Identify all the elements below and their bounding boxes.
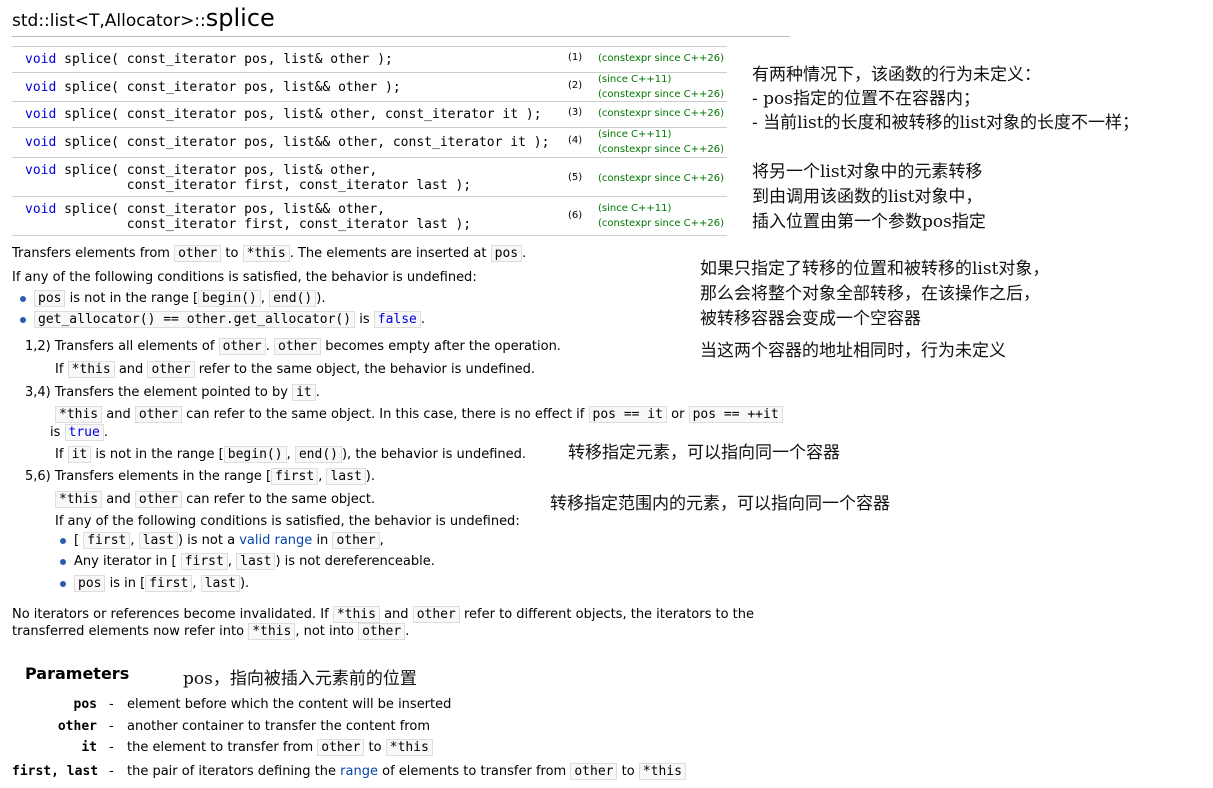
annotation-pos-param: pos，指向被插入元素前的位置 [183, 669, 417, 689]
section-5-6-condition-1: [ first, last) is not a valid range in o… [60, 532, 384, 549]
annotation-single-element: 转移指定元素，可以指向同一个容器 [568, 443, 840, 463]
bullet-icon [60, 580, 66, 587]
section-3-4-range: If it is not in the range [begin(), end(… [55, 446, 527, 463]
overload-version: (since C++11) [598, 74, 672, 85]
intro-paragraph: Transfers elements from other to *this. … [12, 245, 527, 262]
invalidation-note-cont: transferred elements now refer into *thi… [12, 623, 410, 640]
overload-number: (6) [568, 210, 583, 221]
param-desc-it: the element to transfer from other to *t… [127, 739, 433, 756]
keyword-void: void [25, 107, 57, 122]
page-title: std::list<T,Allocator>::splice [12, 4, 275, 32]
param-name-first-last: first, last [12, 764, 99, 779]
overload-version: (since C++11) [598, 203, 672, 214]
overload-number: (2) [568, 80, 583, 91]
overload-row-2: void splice( const_iterator pos, list&& … [12, 72, 727, 102]
overload-signature: void splice( const_iterator pos, list&& … [25, 135, 550, 150]
overload-signature: void splice( const_iterator pos, list& o… [25, 52, 393, 67]
keyword-void: void [25, 163, 57, 178]
overload-version: (constexpr since C++26) [598, 144, 725, 155]
valid-range-link[interactable]: valid range [239, 533, 312, 548]
condition-item-1: pos is not in the range [begin(), end())… [20, 290, 325, 307]
annotation-undefined-cases: 有两种情况下，该函数的行为未定义： - pos指定的位置不在容器内； - 当前l… [752, 65, 1140, 133]
annotation-same-address: 当这两个容器的地址相同时，行为未定义 [700, 341, 1006, 361]
bullet-icon [60, 537, 66, 544]
keyword-void: void [25, 202, 57, 217]
param-desc-pos: element before which the content will be… [127, 697, 452, 712]
code-pos: pos [490, 245, 523, 262]
overload-version: (since C++11) [598, 129, 672, 140]
param-dash: - [109, 764, 114, 779]
title-divider [12, 36, 790, 37]
overload-number: (1) [568, 52, 583, 63]
overload-signature-cont: const_iterator first, const_iterator las… [25, 178, 472, 193]
overload-number: (4) [568, 135, 583, 146]
title-function-name: splice [205, 4, 275, 32]
overload-row-5: void splice( const_iterator pos, list& o… [12, 157, 727, 197]
annotation-transfer-desc: 将另一个list对象中的元素转移 到由调用该函数的list对象中， 插入位置由第… [752, 162, 986, 232]
keyword-void: void [25, 80, 57, 95]
overload-row-1: void splice( const_iterator pos, list& o… [12, 46, 727, 73]
invalidation-note: No iterators or references become invali… [12, 606, 755, 623]
overload-signature: void splice( const_iterator pos, list&& … [25, 80, 401, 95]
overload-number: (5) [568, 172, 583, 183]
param-name-it: it [81, 740, 97, 755]
keyword-void: void [25, 52, 57, 67]
bullet-icon [20, 316, 26, 323]
param-dash: - [109, 697, 114, 712]
overload-row-6: void splice( const_iterator pos, list&& … [12, 196, 727, 236]
section-5-6: 5,6) Transfers elements in the range [fi… [25, 468, 375, 485]
overload-row-4: void splice( const_iterator pos, list&& … [12, 127, 727, 158]
code-this: *this [242, 245, 290, 262]
overload-signature: void splice( const_iterator pos, list& o… [25, 107, 542, 122]
condition-item-2: get_allocator() == other.get_allocator()… [20, 311, 425, 328]
section-3-4: 3,4) Transfers the element pointed to by… [25, 384, 320, 401]
conditions-heading: If any of the following conditions is sa… [12, 270, 477, 285]
range-link[interactable]: range [340, 764, 378, 779]
bullet-icon [60, 558, 66, 565]
section-3-4-note: *this and other can refer to the same ob… [55, 406, 783, 423]
overload-version: (constexpr since C++26) [598, 53, 725, 64]
overload-signature: void splice( const_iterator pos, list& o… [25, 163, 378, 178]
overload-row-3: void splice( const_iterator pos, list& o… [12, 101, 727, 128]
annotation-whole-transfer: 如果只指定了转移的位置和被转移的list对象， 那么会将整个对象全部转移，在该操… [700, 259, 1050, 329]
overload-version: (constexpr since C++26) [598, 173, 725, 184]
overload-version: (constexpr since C++26) [598, 218, 725, 229]
section-5-6-conditions-heading: If any of the following conditions is sa… [55, 514, 520, 529]
param-dash: - [109, 740, 114, 755]
param-name-pos: pos [73, 697, 97, 712]
overload-signature: void splice( const_iterator pos, list&& … [25, 202, 386, 217]
section-1-2: 1,2) Transfers all elements of other. ot… [25, 338, 561, 355]
section-1-2-note: If *this and other refer to the same obj… [55, 361, 536, 378]
overload-number: (3) [568, 107, 583, 118]
section-3-4-note-cont: is true. [50, 424, 108, 441]
code-other: other [174, 245, 222, 262]
parameters-heading: Parameters [25, 664, 130, 683]
param-name-other: other [57, 719, 97, 734]
keyword-void: void [25, 135, 57, 150]
param-dash: - [109, 719, 114, 734]
overload-version: (constexpr since C++26) [598, 108, 725, 119]
overload-signature-cont: const_iterator first, const_iterator las… [25, 217, 472, 232]
section-5-6-note: *this and other can refer to the same ob… [55, 491, 375, 508]
bullet-icon [20, 295, 26, 302]
param-desc-first-last: the pair of iterators defining the range… [127, 763, 686, 780]
section-5-6-condition-3: pos is in [first, last). [60, 575, 249, 592]
param-desc-other: another container to transfer the conten… [127, 719, 430, 734]
annotation-range-elements: 转移指定范围内的元素，可以指向同一个容器 [550, 494, 890, 514]
section-5-6-condition-2: Any iterator in [ first, last) is not de… [60, 553, 435, 570]
title-scope: std::list<T,Allocator>:: [12, 11, 206, 31]
